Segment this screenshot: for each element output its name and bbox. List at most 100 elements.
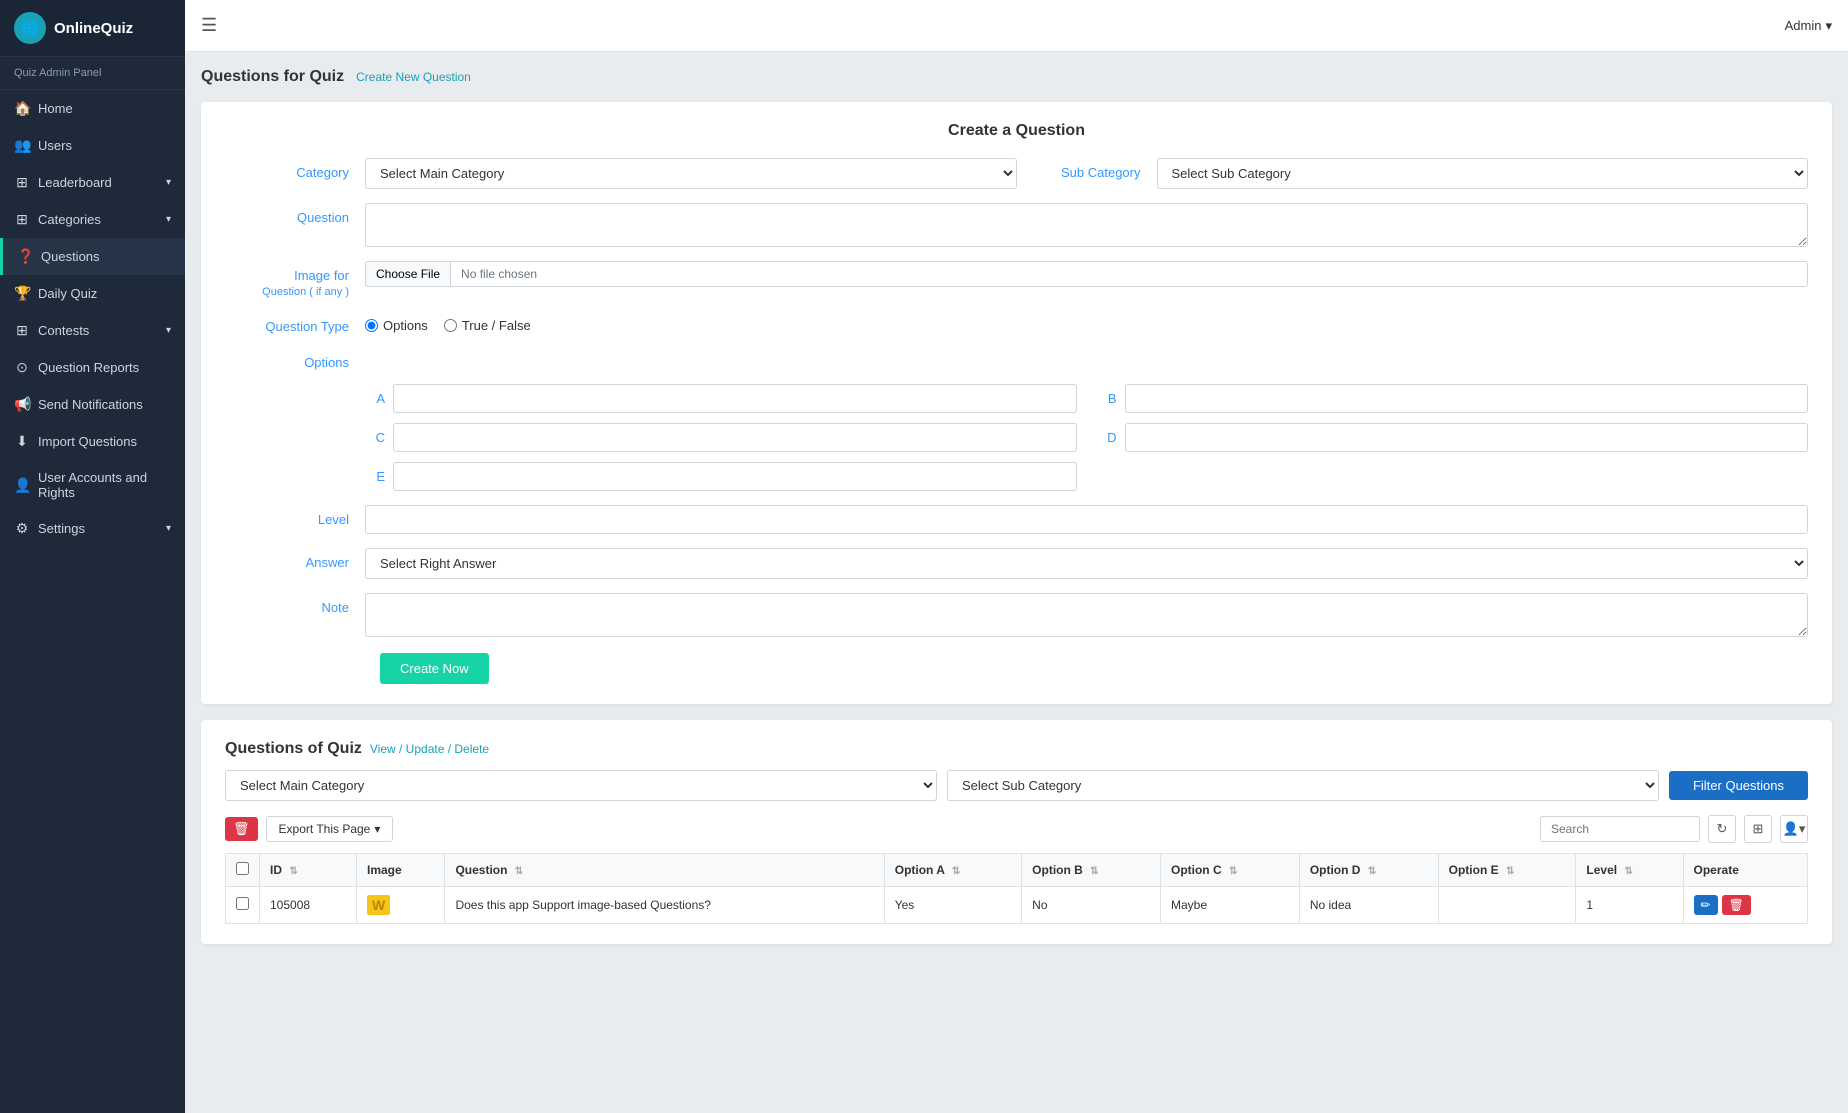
delete-button[interactable]: 🗑 (1722, 895, 1751, 915)
answer-select[interactable]: Select Right Answer (365, 548, 1808, 579)
true-false-radio-label[interactable]: True / False (444, 318, 531, 333)
row-option-e (1438, 887, 1576, 924)
chevron-down-icon: ▾ (166, 177, 171, 188)
settings-icon: ⚙ (14, 520, 30, 537)
sort-icon: ⇅ (1229, 866, 1237, 877)
filter-main-category[interactable]: Select Main Category (225, 770, 937, 801)
true-false-radio[interactable] (444, 319, 457, 332)
sidebar-item-contests[interactable]: ⊞ Contests ▾ (0, 312, 185, 349)
column-settings-button[interactable]: 👤▾ (1780, 815, 1808, 843)
user-accounts-icon: 👤 (14, 477, 30, 494)
option-e-input[interactable] (393, 462, 1077, 491)
sidebar-logo[interactable]: 🌐 OnlineQuiz (0, 0, 185, 57)
sidebar-item-label: Contests (38, 323, 166, 338)
question-row: Question (225, 203, 1808, 247)
question-type-label: Question Type (225, 312, 365, 334)
sub-category-label: Sub Category (1017, 158, 1157, 180)
sidebar-item-categories[interactable]: ⊞ Categories ▾ (0, 201, 185, 238)
table-header-row: ID ⇅ Image Question ⇅ Option A ⇅ Option … (226, 854, 1808, 887)
questions-table: ID ⇅ Image Question ⇅ Option A ⇅ Option … (225, 853, 1808, 924)
sidebar-item-label: Users (38, 138, 171, 153)
sidebar-item-leaderboard[interactable]: ⊞ Leaderboard ▾ (0, 164, 185, 201)
topbar-right: Admin ▾ (1785, 18, 1832, 34)
col-option-c: Option C ⇅ (1160, 854, 1299, 887)
image-label: Image for Question ( if any ) (225, 261, 365, 298)
hamburger-icon[interactable]: ☰ (201, 15, 217, 36)
answer-row: Answer Select Right Answer (225, 548, 1808, 579)
note-row: Note (225, 593, 1808, 637)
questions-section-header: Questions of Quiz View / Update / Delete (225, 740, 1808, 758)
select-all-checkbox[interactable] (236, 862, 249, 875)
question-type-row: Question Type Options True / False (225, 312, 1808, 334)
col-question: Question ⇅ (445, 854, 884, 887)
table-body: 105008 W Does this app Support image-bas… (226, 887, 1808, 924)
option-d-input[interactable] (1125, 423, 1809, 452)
options-radio-label[interactable]: Options (365, 318, 428, 333)
category-select[interactable]: Select Main Category (365, 158, 1017, 189)
sidebar-item-settings[interactable]: ⚙ Settings ▾ (0, 510, 185, 547)
level-input[interactable] (365, 505, 1808, 534)
main-wrapper: ☰ Admin ▾ Questions for Quiz Create New … (185, 0, 1848, 1113)
sidebar-item-daily-quiz[interactable]: 🏆 Daily Quiz (0, 275, 185, 312)
categories-icon: ⊞ (14, 211, 30, 228)
admin-label: Admin (1785, 18, 1822, 33)
refresh-button[interactable]: ↻ (1708, 815, 1736, 843)
sidebar-item-label: Question Reports (38, 360, 171, 375)
sidebar-item-questions[interactable]: ❓ Questions (0, 238, 185, 275)
level-row: Level (225, 505, 1808, 534)
note-input[interactable] (365, 593, 1808, 637)
table-toolbar-right: ↻ ⊞ 👤▾ (1540, 815, 1808, 843)
options-label-row: Options (225, 348, 1808, 370)
sidebar-item-user-accounts[interactable]: 👤 User Accounts and Rights (0, 460, 185, 510)
col-option-a: Option A ⇅ (884, 854, 1021, 887)
choose-file-button[interactable]: Choose File (365, 261, 450, 287)
search-input[interactable] (1540, 816, 1700, 842)
option-a-input[interactable] (393, 384, 1077, 413)
chevron-down-icon: ▾ (166, 523, 171, 534)
sidebar-item-home[interactable]: 🏠 Home (0, 90, 185, 127)
row-option-a: Yes (884, 887, 1021, 924)
sidebar-item-label: Daily Quiz (38, 286, 171, 301)
row-checkbox[interactable] (236, 897, 249, 910)
sidebar-item-users[interactable]: 👥 Users (0, 127, 185, 164)
options-radio[interactable] (365, 319, 378, 332)
chevron-down-icon: ▾ (166, 214, 171, 225)
admin-dropdown[interactable]: Admin ▾ (1785, 18, 1832, 34)
sidebar: 🌐 OnlineQuiz Quiz Admin Panel 🏠 Home 👥 U… (0, 0, 185, 1113)
delete-selected-button[interactable]: 🗑 (225, 817, 258, 841)
sidebar-item-notifications[interactable]: 📢 Send Notifications (0, 386, 185, 423)
sidebar-item-import[interactable]: ⬇ Import Questions (0, 423, 185, 460)
logo-icon: 🌐 (14, 12, 46, 44)
row-option-c: Maybe (1160, 887, 1299, 924)
export-button[interactable]: Export This Page ▾ (266, 816, 394, 842)
sidebar-item-question-reports[interactable]: ⊙ Question Reports (0, 349, 185, 386)
category-row: Category Select Main Category Sub Catego… (225, 158, 1808, 189)
create-now-button[interactable]: Create Now (380, 653, 489, 684)
questions-icon: ❓ (17, 248, 33, 265)
image-row: Image for Question ( if any ) Choose Fil… (225, 261, 1808, 298)
select-all-header (226, 854, 260, 887)
row-question: Does this app Support image-based Questi… (445, 887, 884, 924)
option-c-input[interactable] (393, 423, 1077, 452)
chevron-down-icon: ▾ (1825, 18, 1832, 34)
option-b-input[interactable] (1125, 384, 1809, 413)
row-operate: ✏ 🗑 (1683, 887, 1807, 924)
filter-sub-category[interactable]: Select Sub Category (947, 770, 1659, 801)
questions-section-sub: View / Update / Delete (370, 742, 489, 756)
home-icon: 🏠 (14, 100, 30, 117)
edit-button[interactable]: ✏ (1694, 895, 1718, 915)
radio-group: Options True / False (365, 312, 531, 333)
sub-category-select[interactable]: Select Sub Category (1157, 158, 1809, 189)
col-level: Level ⇅ (1576, 854, 1683, 887)
sort-icon: ⇅ (515, 866, 523, 877)
questions-of-quiz-card: Questions of Quiz View / Update / Delete… (201, 720, 1832, 944)
col-option-e: Option E ⇅ (1438, 854, 1576, 887)
question-input[interactable] (365, 203, 1808, 247)
sidebar-item-label: Leaderboard (38, 175, 166, 190)
sidebar-item-label: Questions (41, 249, 171, 264)
grid-view-button[interactable]: ⊞ (1744, 815, 1772, 843)
filter-questions-button[interactable]: Filter Questions (1669, 771, 1808, 800)
row-id: 105008 (260, 887, 357, 924)
contests-icon: ⊞ (14, 322, 30, 339)
col-option-b: Option B ⇅ (1022, 854, 1161, 887)
